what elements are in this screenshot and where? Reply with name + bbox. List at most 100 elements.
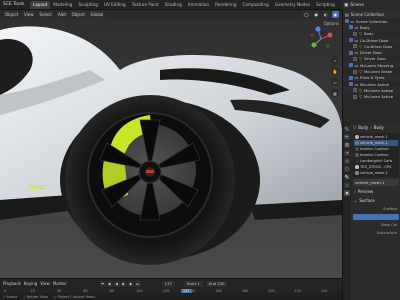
add-menu[interactable]: Add [55,11,68,18]
workspace-tab-compositing[interactable]: Compositing [240,1,272,9]
world-tab-icon[interactable]: ◎ [344,158,350,164]
current-frame-field[interactable]: 137 [161,280,175,287]
workspace-tab-layout[interactable]: Layout [30,0,51,9]
material-slot[interactable]: Interior Cushion [354,152,398,158]
camera-view-icon[interactable]: ▭ [331,78,339,86]
wireframe-shading-button[interactable]: ◯ [302,11,311,18]
end-value: 250 [217,281,225,286]
collection-checkbox[interactable] [349,50,353,55]
playback-menu[interactable]: Playback [3,281,21,286]
3d-viewport[interactable]: 765LT Object View Select Add Object Glob… [0,10,342,278]
outliner-item-label: Body [364,31,374,37]
material-slot-label: Lamborghini Carb [360,158,393,163]
collection-checkbox[interactable] [353,44,357,49]
data-tab-icon[interactable]: △ [344,182,350,188]
view-menu[interactable]: View [22,11,36,18]
material-slot[interactable]: TEX_STROS - CPS [354,164,398,170]
workspace-tab-texture-paint[interactable]: Texture Paint [129,1,162,9]
collection-checkbox[interactable] [345,19,349,24]
rendered-shading-button[interactable]: ◉ [331,11,339,18]
outliner-filter-icon[interactable]: ▤ [345,12,349,17]
gizmo-neg-x-axis[interactable] [310,33,314,37]
material-shading-button[interactable]: ◐ [322,11,330,18]
collection-checkbox[interactable] [349,75,353,80]
material-datablock-field[interactable]: vehicle_mesh.1 [353,178,399,186]
output-tab-icon[interactable]: 🖨 [344,142,350,148]
gizmo-x-axis[interactable] [327,32,333,38]
collection-checkbox[interactable] [349,63,353,68]
material-slot[interactable]: Lamborghini Carb [354,158,398,164]
zoom-icon[interactable]: ⌕ [331,56,339,64]
collection-checkbox[interactable] [353,56,357,61]
subsurface-row[interactable]: Subsurface [353,230,399,236]
scene-tab-icon[interactable]: ◔ [344,150,350,156]
collection-checkbox[interactable] [349,38,353,43]
outliner-item[interactable]: ▽ McLaren Active [343,94,400,100]
marker-menu[interactable]: Marker [53,281,67,286]
navigation-gizmo[interactable] [308,26,334,52]
material-tab-icon[interactable]: ● [344,190,350,196]
mesh-icon: ▽ [358,43,363,49]
mode-dropdown[interactable]: Object [3,11,21,18]
modifier-tab-icon[interactable]: 🔩 [344,174,350,180]
solid-shading-button[interactable]: ● [312,11,320,18]
car-badge: 765LT [28,185,46,191]
material-slot[interactable]: vehicle_mesh.1 [354,140,398,146]
end-frame-field[interactable]: End 250 [205,280,228,287]
scene-selector[interactable]: ▣ Scene [342,0,400,10]
render-scene [0,10,342,278]
material-preview-icon [355,141,359,145]
properties-tabs: 🔧 📷 🖨 ◔ ◎ ▢ 🔩 △ ● [343,122,351,300]
preview-section[interactable]: › Preview [353,188,399,195]
workspace-tab-rendering[interactable]: Rendering [212,1,239,9]
start-frame-field[interactable]: Start 1 [183,280,203,287]
tool-tab-icon[interactable]: 🔧 [344,126,350,132]
collection-checkbox[interactable] [353,94,357,99]
gizmo-y-axis[interactable] [311,42,317,48]
orientation-dropdown[interactable]: Global [88,11,106,18]
material-slot[interactable]: Interior Cushion [354,146,398,152]
jump-end-icon[interactable]: ⏭ [134,280,141,287]
material-slot-list: vehicle_mesh.1 vehicle_mesh.1 Interior Cus… [353,133,399,177]
workspace-tab-geometry-nodes[interactable]: Geometry Nodes [272,1,313,9]
workspace-tab-scripting[interactable]: Scripting [313,1,338,9]
surface-section[interactable]: ⌄ Surface [353,197,399,204]
surface-shader-field[interactable] [353,213,399,220]
workspace-tab-uv-editing[interactable]: UV Editing [101,1,129,9]
gizmo-neg-y-axis[interactable] [326,44,330,48]
base-color-row[interactable]: Base Col [353,222,399,228]
object-menu[interactable]: Object [69,11,87,18]
workspace-tabs: Layout Modeling Sculpting UV Editing Texture… [30,0,338,10]
material-preview-icon [355,159,359,163]
outliner-item-label: Rims & Tyres [360,75,385,81]
material-slot[interactable]: vehicle_mesh.1 [354,170,398,176]
collection-checkbox[interactable] [353,31,357,36]
collection-checkbox[interactable] [349,25,353,30]
workspace-tab-animation[interactable]: Animation [185,1,212,9]
next-key-icon[interactable]: ◆ [127,280,134,287]
play-reverse-icon[interactable]: ◀ [113,280,120,287]
workspace-tab-sculpting[interactable]: Sculpting [75,1,101,9]
gizmo-z-axis[interactable] [315,26,321,32]
collection-checkbox[interactable] [349,82,353,87]
pan-hand-icon[interactable]: ✋ [331,67,339,75]
workspace-tab-shading[interactable]: Shading [162,1,185,9]
keying-menu[interactable]: Keying [24,281,37,286]
timeline-view-menu[interactable]: View [40,281,50,286]
collection-checkbox[interactable] [353,69,357,74]
material-slot[interactable]: vehicle_mesh.1 [354,134,398,140]
jump-start-icon[interactable]: ⏮ [99,280,106,287]
object-tab-icon[interactable]: ▢ [344,166,350,172]
collection-icon: ▭ [350,18,355,24]
render-tab-icon[interactable]: 📷 [344,134,350,140]
shading-buttons: ◯ ● ◐ ◉ [302,11,339,18]
play-icon[interactable]: ▶ [120,280,127,287]
prev-key-icon[interactable]: ◆ [106,280,113,287]
app-menu-button[interactable]: SCE Tools [0,0,30,10]
perspective-grid-icon[interactable]: ▦ [331,89,339,97]
properties-editor: 🔧 📷 🖨 ◔ ◎ ▢ 🔩 △ ● ▽ Body › Body vehicle_… [343,122,400,300]
material-preview-icon [355,135,359,139]
workspace-tab-modeling[interactable]: Modeling [50,1,75,9]
collection-checkbox[interactable] [353,88,357,93]
select-menu[interactable]: Select [37,11,54,18]
